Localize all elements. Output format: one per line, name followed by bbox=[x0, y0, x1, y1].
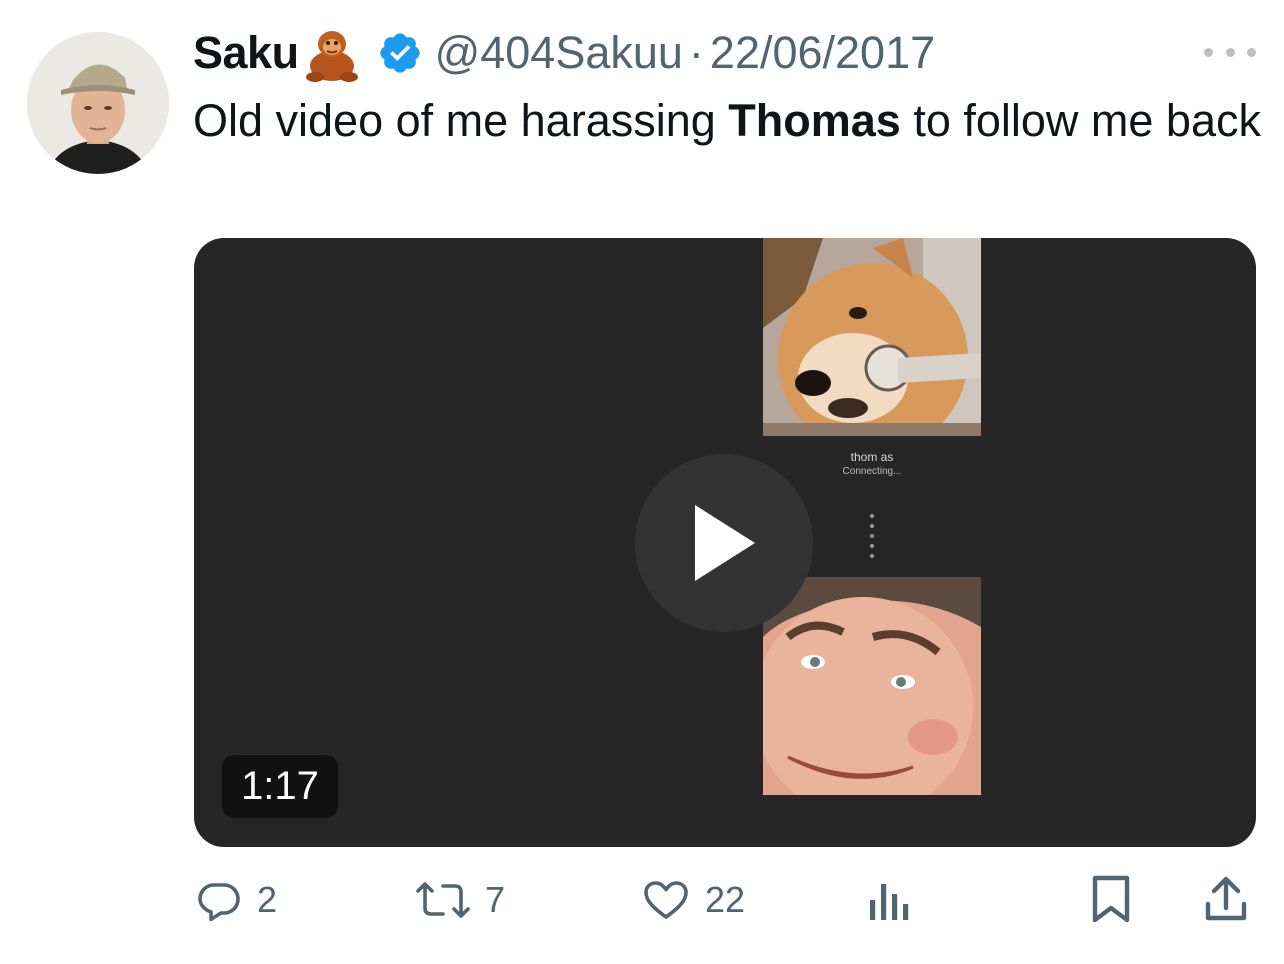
reply-count: 2 bbox=[257, 879, 278, 920]
person-video-frame bbox=[763, 577, 981, 795]
tweet-text-bold: Thomas bbox=[728, 95, 901, 146]
connecting-indicator bbox=[870, 514, 874, 564]
more-icon[interactable] bbox=[1204, 36, 1256, 68]
like-count: 22 bbox=[705, 879, 746, 920]
video-player[interactable]: thom as Connecting... 1:17 bbox=[194, 238, 1256, 847]
caller-name: thom as bbox=[850, 450, 894, 464]
tweet: Saku @404Sakuu · 22/06/2017 Old video of… bbox=[0, 0, 1284, 964]
tweet-date[interactable]: 22/06/2017 bbox=[710, 27, 935, 79]
heart-icon bbox=[644, 881, 688, 919]
caller-status: Connecting... bbox=[842, 466, 902, 477]
dog-video-frame bbox=[763, 238, 981, 436]
bookmark-button[interactable] bbox=[1088, 868, 1134, 932]
reply-icon bbox=[198, 883, 240, 922]
action-bar: 2 7 22 bbox=[0, 868, 1284, 932]
separator-dot: · bbox=[688, 27, 704, 78]
share-icon bbox=[1205, 876, 1247, 921]
video-duration-badge: 1:17 bbox=[222, 755, 338, 818]
play-button[interactable] bbox=[635, 454, 813, 632]
retweet-count: 7 bbox=[485, 879, 506, 920]
avatar[interactable] bbox=[27, 32, 169, 174]
tweet-header: Saku @404Sakuu · 22/06/2017 bbox=[193, 22, 935, 84]
tweet-text: Old video of me harassing Thomas to foll… bbox=[193, 90, 1263, 152]
like-button[interactable]: 22 bbox=[641, 868, 745, 932]
retweet-button[interactable]: 7 bbox=[415, 868, 505, 932]
verified-badge-icon[interactable] bbox=[377, 30, 423, 76]
reply-button[interactable]: 2 bbox=[195, 868, 277, 932]
views-button[interactable] bbox=[866, 868, 910, 932]
user-handle[interactable]: @404Sakuu bbox=[435, 27, 683, 79]
play-icon bbox=[695, 505, 755, 581]
share-button[interactable] bbox=[1202, 868, 1250, 932]
views-icon bbox=[870, 884, 909, 920]
bookmark-icon bbox=[1092, 875, 1130, 923]
tweet-text-start: Old video of me harassing bbox=[193, 95, 729, 146]
tweet-text-end: to follow me back bbox=[900, 95, 1261, 146]
orangutan-emoji-icon bbox=[301, 22, 363, 84]
retweet-icon bbox=[416, 882, 470, 918]
display-name[interactable]: Saku bbox=[193, 27, 299, 79]
